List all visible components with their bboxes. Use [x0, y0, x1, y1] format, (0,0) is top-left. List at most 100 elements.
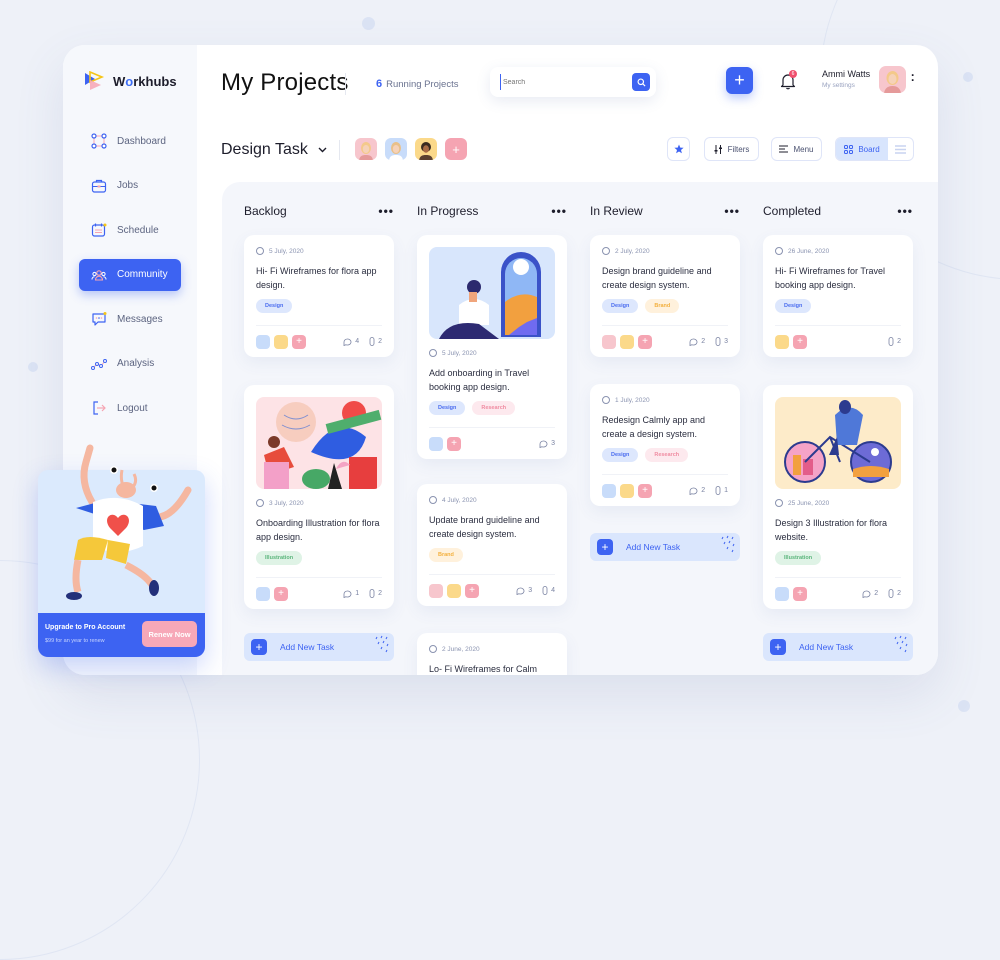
column-title: Completed [763, 204, 822, 218]
sidebar-item-community[interactable]: Community [79, 258, 181, 291]
team-avatar[interactable] [385, 138, 407, 160]
favorite-button[interactable] [667, 137, 690, 161]
view-toggle: Board [835, 137, 914, 161]
assignee-avatar[interactable] [256, 334, 270, 349]
sidebar-item-jobs[interactable]: Jobs [79, 170, 181, 202]
logout-icon [93, 401, 106, 415]
column-title: In Review [590, 204, 643, 218]
add-assignee-button[interactable]: + [274, 586, 288, 601]
board-view-button[interactable]: Board [836, 138, 888, 160]
bg-decoration [28, 362, 38, 372]
board-label: Board [858, 144, 880, 154]
filters-button[interactable]: Filters [704, 137, 759, 161]
column-more-icon[interactable]: ••• [551, 204, 567, 218]
assignee-avatar[interactable] [602, 334, 616, 349]
user-settings-link[interactable]: My settings [822, 82, 855, 89]
plus-icon: + [770, 639, 786, 655]
column-title: In Progress [417, 204, 479, 218]
add-assignee-button[interactable]: + [793, 334, 807, 349]
task-title: Hi- Fi Wireframes for Travel booking app… [775, 266, 886, 290]
comments-count: 3 [539, 440, 555, 448]
star-icon [673, 144, 684, 154]
assignee-avatar[interactable] [447, 583, 461, 598]
running-projects: 6 Running Projects [376, 78, 458, 90]
add-member-button[interactable]: + [445, 138, 467, 160]
add-project-button[interactable]: + [726, 67, 753, 94]
add-assignee-button[interactable]: + [638, 483, 652, 498]
team-avatar[interactable] [355, 138, 377, 160]
add-task-button[interactable]: + Add New Task [244, 633, 394, 661]
tag: Brand [645, 299, 680, 313]
menu-label: Menu [793, 144, 814, 154]
decor-icon [375, 635, 389, 653]
sidebar-item-analysis[interactable]: Analysis [79, 348, 181, 380]
team-avatar[interactable] [415, 138, 437, 160]
column-more-icon[interactable]: ••• [724, 204, 740, 218]
running-count: 6 [376, 78, 383, 90]
assignee-avatar[interactable] [256, 586, 270, 601]
menu-button[interactable]: Menu [771, 137, 822, 161]
task-title: Update brand guideline and create design… [429, 515, 540, 539]
task-card[interactable]: 2 June, 2020 Lo- Fi Wireframes for Calm [417, 633, 567, 675]
task-card[interactable]: 1 July, 2020 Redesign Calmly app and cre… [590, 384, 740, 506]
renew-now-button[interactable]: Renew Now [142, 621, 197, 647]
assignee-avatar[interactable] [620, 483, 634, 498]
clock-icon [775, 247, 783, 255]
task-card[interactable]: 25 June, 2020 Design 3 Illustration for … [763, 385, 913, 609]
sidebar-item-schedule[interactable]: Schedule [79, 214, 181, 246]
assignee-avatar[interactable] [620, 334, 634, 349]
task-card[interactable]: 5 July, 2020 Hi- Fi Wireframes for flora… [244, 235, 394, 357]
add-assignee-button[interactable]: + [465, 583, 479, 598]
search-button[interactable] [632, 73, 650, 91]
add-assignee-button[interactable]: + [292, 334, 306, 349]
add-task-button[interactable]: + Add New Task [590, 533, 740, 561]
column-more-icon[interactable]: ••• [897, 204, 913, 218]
task-card[interactable]: 2 July, 2020 Design brand guideline and … [590, 235, 740, 357]
logo[interactable]: Workhubs [83, 71, 177, 91]
task-card[interactable]: 4 July, 2020 Update brand guideline and … [417, 484, 567, 606]
assignee-avatar[interactable] [274, 334, 288, 349]
task-card[interactable]: 5 July, 2020 Add onboarding in Travel bo… [417, 235, 567, 459]
comments-count: 1 [343, 590, 359, 598]
attachments-count: 2 [369, 589, 382, 598]
sidebar-item-messages[interactable]: Messages [79, 303, 181, 335]
tag: Design [775, 299, 812, 313]
task-card[interactable]: 26 June, 2020 Hi- Fi Wireframes for Trav… [763, 235, 913, 357]
add-task-button[interactable]: + Add New Task [763, 633, 913, 661]
comment-icon [516, 587, 525, 595]
task-card[interactable]: 3 July, 2020 Onboarding Illustration for… [244, 385, 394, 609]
attachment-icon [888, 337, 894, 346]
tag: Design [429, 401, 466, 415]
comments-count: 2 [689, 487, 705, 495]
attachment-icon [542, 586, 548, 595]
task-date: 26 June, 2020 [775, 247, 901, 255]
add-assignee-button[interactable]: + [447, 436, 461, 451]
sidebar-item-logout[interactable]: Logout [79, 392, 181, 424]
tag: Illustration [775, 551, 822, 565]
promo-footer: Upgrade to Pro Account $99 for an year t… [38, 613, 205, 657]
project-name: Design Task [221, 141, 308, 158]
add-assignee-button[interactable]: + [638, 334, 652, 349]
task-illustration [256, 397, 382, 489]
sidebar-item-label: Dashboard [117, 135, 166, 147]
tag: Design [256, 299, 293, 313]
user-avatar[interactable] [879, 66, 906, 93]
clock-icon [429, 496, 437, 504]
search-input[interactable] [500, 74, 620, 90]
clock-icon [256, 499, 264, 507]
sidebar-item-dashboard[interactable]: Dashboard [79, 125, 181, 157]
community-icon [91, 269, 107, 281]
assignee-avatar[interactable] [775, 334, 789, 349]
assignee-avatar[interactable] [775, 586, 789, 601]
project-selector[interactable]: Design Task [221, 141, 327, 159]
list-view-button[interactable] [888, 138, 913, 160]
assignee-avatar[interactable] [602, 483, 616, 498]
user-menu-icon[interactable]: · · [911, 69, 915, 86]
column-more-icon[interactable]: ••• [378, 204, 394, 218]
assignee-avatar[interactable] [429, 436, 443, 451]
task-title: Redesign Calmly app and create a design … [602, 415, 706, 439]
divider [339, 140, 340, 160]
comment-icon [343, 590, 352, 598]
add-assignee-button[interactable]: + [793, 586, 807, 601]
assignee-avatar[interactable] [429, 583, 443, 598]
